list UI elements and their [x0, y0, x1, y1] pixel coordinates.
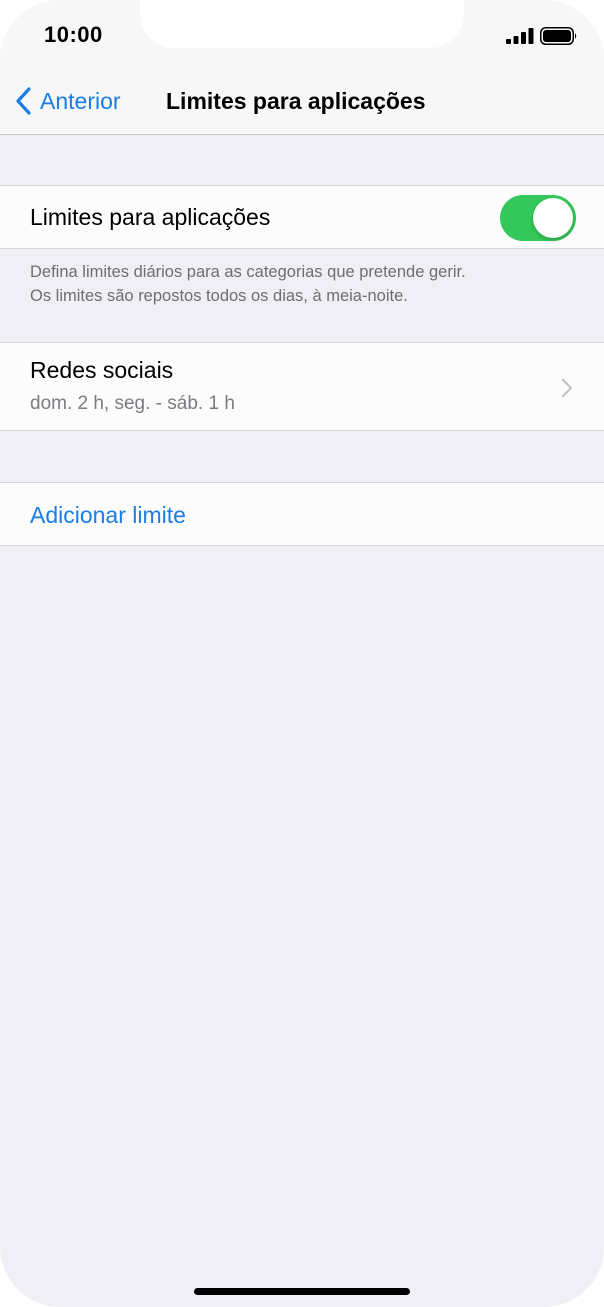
back-button[interactable]: Anterior	[16, 84, 121, 118]
app-limits-toggle-row: Limites para aplicações	[0, 185, 604, 249]
signal-bars-icon	[506, 28, 534, 44]
status-bar: 10:00	[0, 0, 604, 66]
footer-line-2: Os limites são repostos todos os dias, à…	[30, 287, 408, 305]
toggle-knob	[533, 198, 573, 238]
add-limit-row[interactable]: Adicionar limite	[0, 482, 604, 546]
status-time: 10:00	[44, 22, 103, 47]
footer-line-1: Defina limites diários para as categoria…	[30, 263, 466, 281]
notch	[140, 0, 464, 48]
section-footer: Defina limites diários para as categoria…	[30, 260, 580, 308]
chevron-left-icon	[16, 87, 31, 115]
toggle-label: Limites para aplicações	[30, 204, 271, 230]
chevron-right-icon	[561, 378, 573, 398]
app-limits-toggle[interactable]	[500, 195, 576, 241]
page-title: Limites para aplicações	[166, 88, 426, 114]
limit-title: Redes sociais	[30, 357, 174, 383]
limit-row-social[interactable]: Redes sociais dom. 2 h, seg. - sáb. 1 h	[0, 342, 604, 431]
battery-full-icon	[540, 27, 577, 45]
limit-schedule: dom. 2 h, seg. - sáb. 1 h	[30, 393, 235, 414]
back-label: Anterior	[40, 87, 121, 114]
navigation-bar: Anterior Limites para aplicações	[0, 66, 604, 135]
phone-screen: 10:00 Anterior Limites para aplicações L…	[0, 0, 604, 1307]
add-limit-button[interactable]: Adicionar limite	[30, 502, 186, 529]
home-indicator[interactable]	[194, 1288, 410, 1295]
